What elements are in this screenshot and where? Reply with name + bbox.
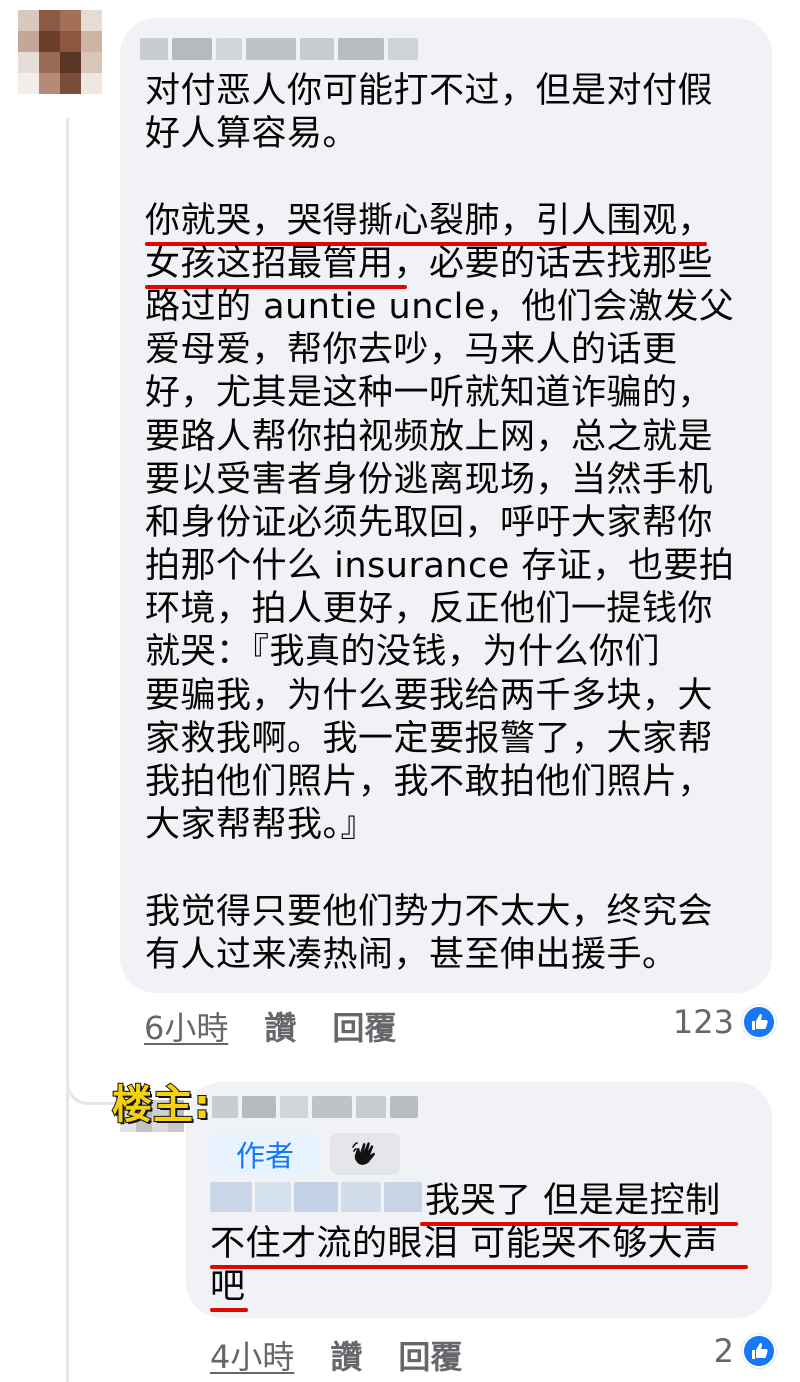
comment-line: 拍那个什么 insurance 存证，也要拍	[145, 546, 735, 587]
comment-line: 好，尤其是这种一听就知道诈骗的，	[145, 373, 714, 414]
comment-line: 路过的 auntie uncle，他们会激发父	[145, 286, 735, 327]
comment-line: 我觉得只要他们势力不太大，终究会	[145, 891, 714, 932]
comment-line: 就哭：『我真的没钱，为什么你们	[145, 632, 661, 673]
reply-line-highlighted: 我哭了 但是是控制	[210, 1180, 760, 1226]
reply-timestamp[interactable]: 4小時	[210, 1332, 294, 1378]
comment-line: 要以受害者身份逃离现场，当然手机	[145, 459, 714, 500]
like-button[interactable]: 讚	[264, 1003, 296, 1049]
like-button[interactable]: 讚	[330, 1332, 362, 1378]
reply-line-highlighted: 不住才流的眼泪 可能哭不够大声	[210, 1223, 760, 1270]
comment-line-highlighted: 你就哭，哭得撕心裂肺，引人围观，	[145, 200, 755, 246]
thread-line	[66, 118, 69, 1382]
reaction-summary[interactable]: 2	[714, 1332, 776, 1370]
comment-line: 对付恶人你可能打不过，但是对付假	[145, 71, 714, 111]
commenter-name-redacted[interactable]	[140, 38, 418, 60]
reply-actions: 4小時 讚 回覆	[210, 1332, 462, 1378]
reply-text: 我哭了 但是是控制 不住才流的眼泪 可能哭不够大声 吧	[210, 1180, 760, 1313]
reaction-count: 2	[713, 1332, 734, 1370]
reply-connector	[66, 1050, 116, 1105]
comment-text: 对付恶人你可能打不过，但是对付假 好人算容易。 你就哭，哭得撕心裂肺，引人围观，…	[145, 70, 755, 977]
comment-line: 家救我啊。我一定要报警了，大家帮	[145, 718, 714, 759]
op-label: 楼主:	[111, 1081, 211, 1129]
comment-line: 和身份证必须先取回，呼吁大家帮你	[145, 502, 714, 543]
thumbs-up-icon	[742, 1334, 776, 1368]
reply-line-highlighted: 吧	[210, 1266, 760, 1313]
comment-line: 爱母爱，帮你去吵，马来人的话更	[145, 330, 678, 371]
reply-button[interactable]: 回覆	[332, 1003, 396, 1049]
commenter-avatar[interactable]	[18, 10, 102, 94]
reply-button[interactable]: 回覆	[398, 1332, 462, 1378]
comment-line: 好人算容易。	[145, 114, 359, 155]
comment-line-highlighted: 女孩这招最管用，必要的话去找那些	[145, 243, 755, 289]
reaction-count: 123	[672, 1003, 734, 1041]
comment-line: 大家帮帮我。』	[145, 805, 377, 846]
author-badge: 作者	[210, 1133, 320, 1175]
comment-line: 我拍他们照片，我不敢拍他们照片，	[145, 762, 714, 802]
comment-line: 要骗我，为什么要我给两千多块，大	[145, 675, 714, 716]
comment-line: 环境，拍人更好，反正他们一提钱你	[145, 589, 714, 630]
thumbs-up-icon	[742, 1005, 776, 1039]
hand-wave-icon	[330, 1133, 400, 1175]
op-name-redacted[interactable]	[212, 1096, 418, 1118]
reaction-summary[interactable]: 123	[673, 1003, 776, 1041]
comment-line: 有人过来凑热闹，甚至伸出援手。	[145, 934, 678, 975]
mention-redacted[interactable]	[210, 1180, 425, 1223]
comment-line: 要路人帮你拍视频放上网，总之就是	[145, 416, 714, 457]
comment-timestamp[interactable]: 6小時	[144, 1003, 228, 1049]
red-underline	[210, 1308, 248, 1313]
comment-actions: 6小時 讚 回覆	[144, 1003, 396, 1049]
